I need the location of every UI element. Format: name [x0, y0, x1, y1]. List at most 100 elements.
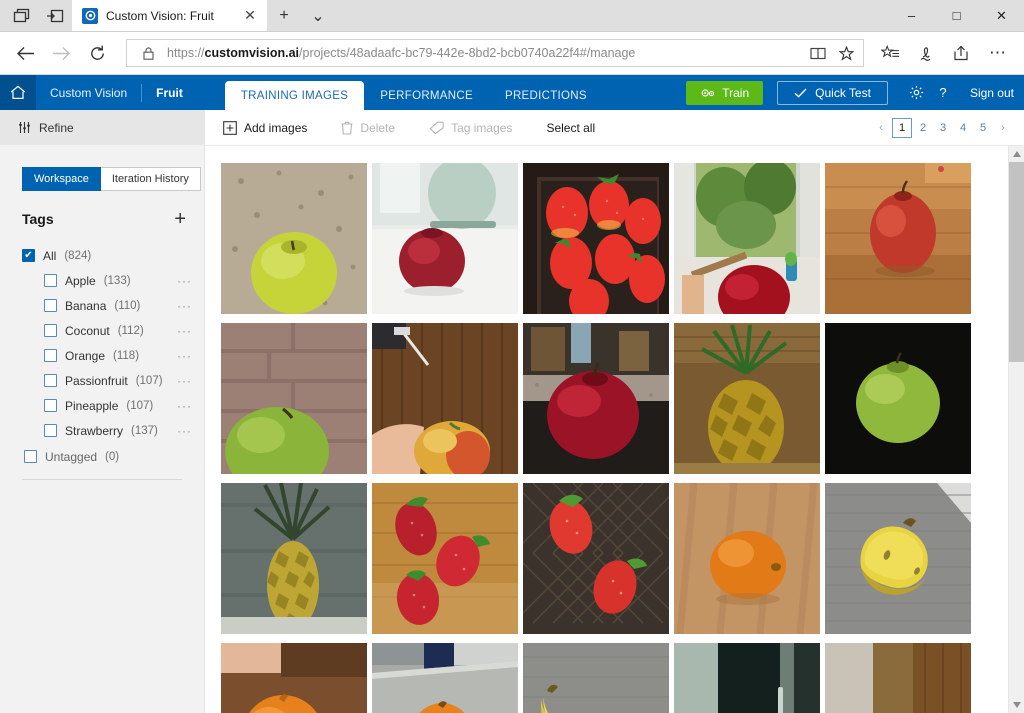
select-all-button[interactable]: Select all: [546, 121, 595, 135]
refresh-button[interactable]: [80, 36, 114, 70]
tag-checkbox-passionfruit[interactable]: [44, 374, 57, 387]
scroll-up-arrow[interactable]: [1009, 146, 1024, 162]
tag-checkbox-banana[interactable]: [44, 299, 57, 312]
tag-checkbox-untagged[interactable]: [24, 450, 37, 463]
tag-menu-orange[interactable]: ···: [177, 349, 192, 363]
delete-label: Delete: [360, 120, 396, 135]
tag-row-orange[interactable]: Orange (118) ···: [0, 343, 204, 368]
favorites-hub-icon[interactable]: [872, 36, 908, 70]
training-image-tile[interactable]: [825, 323, 971, 474]
chevron-down-icon[interactable]: ⌄: [301, 0, 335, 31]
forward-button[interactable]: [44, 36, 78, 70]
maximize-button[interactable]: □: [934, 0, 979, 31]
share-icon[interactable]: [944, 36, 980, 70]
tag-menu-strawberry[interactable]: ···: [177, 424, 192, 438]
tab-training-images[interactable]: TRAINING IMAGES: [224, 81, 365, 110]
tag-checkbox-apple[interactable]: [44, 274, 57, 287]
sign-out-button[interactable]: Sign out: [970, 86, 1014, 100]
tag-row-passionfruit[interactable]: Passionfruit (107) ···: [0, 368, 204, 393]
delete-button[interactable]: Delete: [341, 121, 395, 135]
training-image-tile[interactable]: [221, 163, 367, 314]
web-notes-icon[interactable]: [908, 36, 944, 70]
training-image-tile[interactable]: [523, 643, 669, 713]
training-image-tile[interactable]: [674, 163, 820, 314]
grid-scrollbar[interactable]: [1008, 146, 1024, 713]
scrollbar-thumb[interactable]: [1008, 162, 1024, 362]
page-button-1[interactable]: 1: [892, 117, 912, 138]
trash-icon: [341, 121, 353, 135]
tag-row-coconut[interactable]: Coconut (112) ···: [0, 318, 204, 343]
tab-predictions[interactable]: PREDICTIONS: [489, 82, 603, 110]
training-image-tile[interactable]: [825, 643, 971, 713]
page-next-button[interactable]: ›: [994, 118, 1012, 138]
tag-images-button[interactable]: Tag images: [429, 121, 512, 135]
page-button-3[interactable]: 3: [934, 118, 952, 138]
address-bar[interactable]: https://customvision.ai/projects/48adaaf…: [126, 39, 864, 67]
tag-menu-pineapple[interactable]: ···: [177, 399, 192, 413]
tag-checkbox-strawberry[interactable]: [44, 424, 57, 437]
training-image-tile[interactable]: [221, 323, 367, 474]
new-tab-button[interactable]: +: [267, 0, 301, 31]
page-button-5[interactable]: 5: [974, 118, 992, 138]
minimize-button[interactable]: –: [889, 0, 934, 31]
gear-icon[interactable]: [904, 80, 930, 106]
tag-checkbox-pineapple[interactable]: [44, 399, 57, 412]
tab-performance[interactable]: PERFORMANCE: [364, 82, 489, 110]
tag-row-pineapple[interactable]: Pineapple (107) ···: [0, 393, 204, 418]
tag-menu-coconut[interactable]: ···: [177, 324, 192, 338]
tag-row-all[interactable]: ✔ All (824): [0, 243, 204, 268]
help-icon[interactable]: ?: [930, 80, 956, 106]
training-image-tile[interactable]: [825, 483, 971, 634]
segment-workspace[interactable]: Workspace: [22, 167, 101, 191]
browser-tab[interactable]: Custom Vision: Fruit ✕: [72, 0, 267, 31]
page-button-4[interactable]: 4: [954, 118, 972, 138]
tag-row-banana[interactable]: Banana (110) ···: [0, 293, 204, 318]
add-tag-icon[interactable]: +: [174, 209, 186, 229]
training-image-tile[interactable]: [674, 323, 820, 474]
quick-test-button[interactable]: Quick Test: [777, 80, 888, 105]
tag-row-apple[interactable]: Apple (133) ···: [0, 268, 204, 293]
training-image-tile[interactable]: [523, 163, 669, 314]
tabs-aside-icon[interactable]: [4, 0, 38, 31]
training-image-tile[interactable]: [372, 163, 518, 314]
tag-label-orange: Orange: [65, 348, 106, 363]
training-image-tile[interactable]: [674, 483, 820, 634]
training-image-tile[interactable]: [523, 483, 669, 634]
reading-view-icon[interactable]: [807, 42, 829, 64]
tag-row-strawberry[interactable]: Strawberry (137) ···: [0, 418, 204, 443]
training-image-tile[interactable]: [372, 323, 518, 474]
tag-row-untagged[interactable]: Untagged (0): [0, 444, 204, 469]
brand-name[interactable]: Custom Vision: [50, 86, 127, 100]
training-image-tile[interactable]: [825, 163, 971, 314]
training-image-tile[interactable]: [221, 643, 367, 713]
training-image-tile[interactable]: [523, 323, 669, 474]
training-image-tile[interactable]: [372, 643, 518, 713]
more-icon[interactable]: ⋯: [980, 36, 1016, 70]
star-icon[interactable]: [835, 42, 857, 64]
tabs-aside-list-icon[interactable]: [38, 0, 72, 31]
back-button[interactable]: [8, 36, 42, 70]
training-image-tile[interactable]: [674, 643, 820, 713]
tag-label-strawberry: Strawberry: [65, 423, 124, 438]
scroll-down-arrow[interactable]: [1009, 697, 1024, 713]
training-image-tile[interactable]: [221, 483, 367, 634]
page-prev-button[interactable]: ‹: [872, 118, 890, 138]
tag-checkbox-orange[interactable]: [44, 349, 57, 362]
add-images-button[interactable]: Add images: [223, 121, 307, 135]
training-image-tile[interactable]: [372, 483, 518, 634]
tag-menu-passionfruit[interactable]: ···: [177, 374, 192, 388]
tag-menu-banana[interactable]: ···: [177, 299, 192, 313]
workspace-segmented-control: Workspace Iteration History: [22, 167, 201, 191]
segment-iteration-history[interactable]: Iteration History: [100, 167, 201, 191]
url-scheme: https://: [167, 46, 205, 60]
close-tab-icon[interactable]: ✕: [239, 5, 261, 27]
tag-label-passionfruit: Passionfruit: [65, 373, 128, 388]
tag-checkbox-coconut[interactable]: [44, 324, 57, 337]
home-icon[interactable]: [0, 75, 36, 110]
tag-checkbox-all[interactable]: ✔: [22, 249, 35, 262]
train-button[interactable]: Train: [686, 80, 764, 105]
tag-menu-apple[interactable]: ···: [177, 274, 192, 288]
close-window-button[interactable]: ✕: [979, 0, 1024, 31]
refine-header[interactable]: Refine: [0, 110, 204, 145]
page-button-2[interactable]: 2: [914, 118, 932, 138]
